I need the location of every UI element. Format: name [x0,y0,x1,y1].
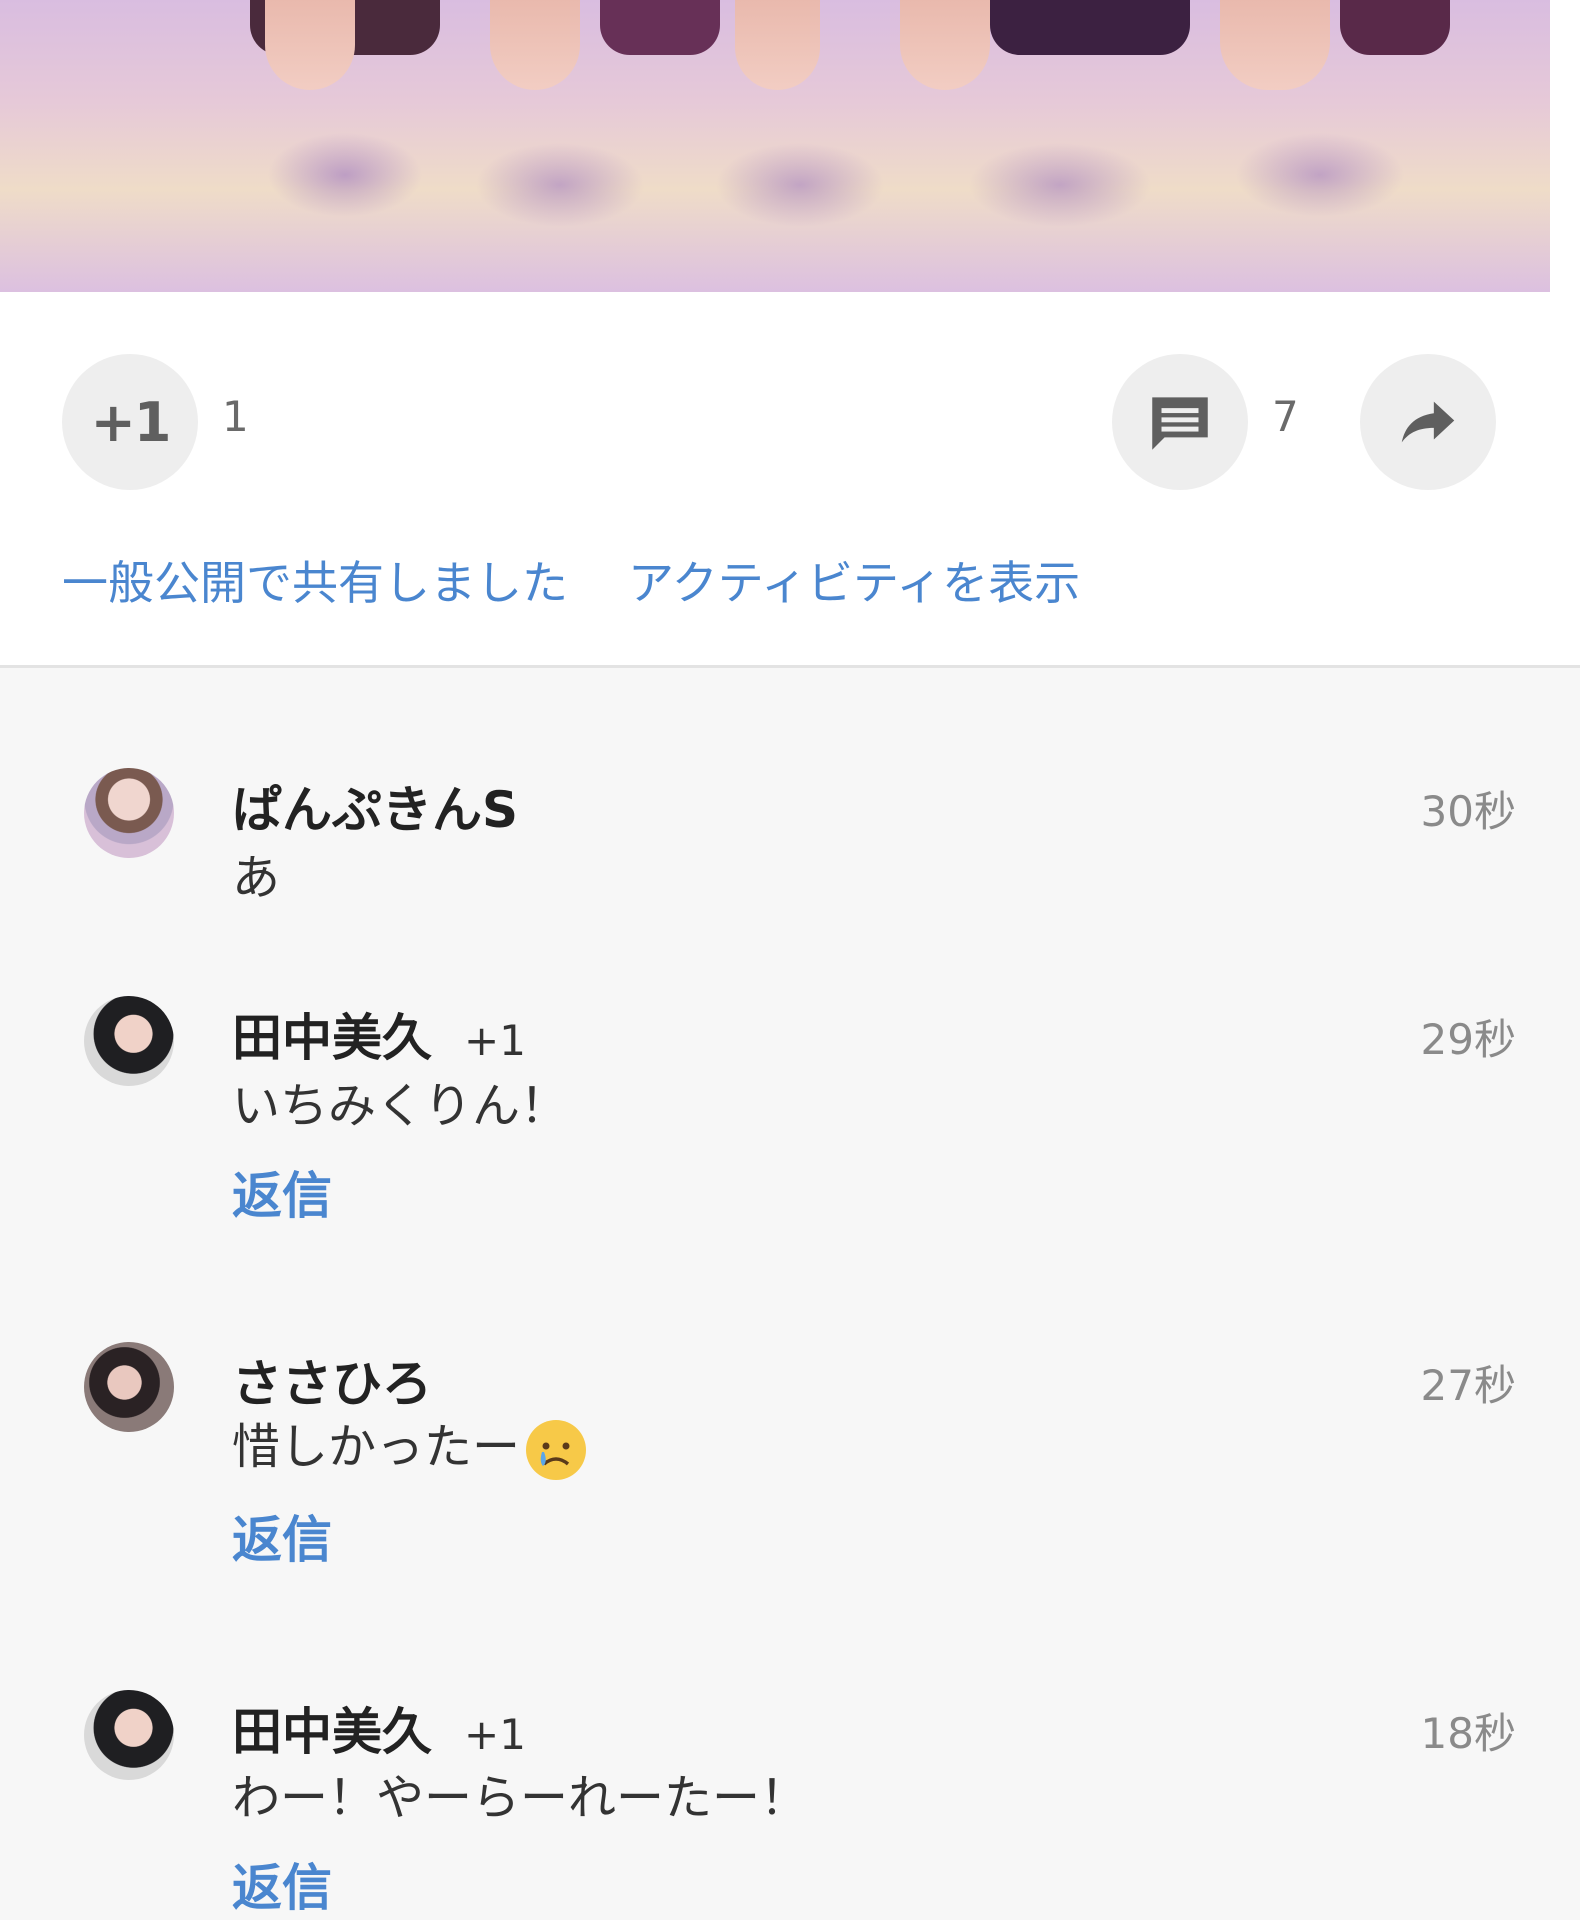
comment-time: 18秒 [1420,1709,1516,1758]
photo-detail [600,0,720,55]
photo-detail [735,0,820,90]
shared-publicly-link[interactable]: 一般公開で共有しました [62,547,568,613]
plus-one-count: 1 [222,392,249,441]
photo-detail [265,0,355,90]
crying-face-emoji [526,1420,587,1480]
plus-one-badge: +1 [464,1710,526,1759]
reply-button[interactable]: 返信 [232,1500,332,1572]
photo-detail [900,0,990,90]
photo-detail [1340,0,1450,55]
reply-button[interactable]: 返信 [232,1848,332,1920]
photo-detail [1220,0,1330,90]
comment-icon [1152,397,1208,450]
comment-author[interactable]: 田中美久 +1 [232,1692,526,1764]
comment-time: 27秒 [1420,1361,1516,1410]
post-photo[interactable] [0,0,1580,292]
comment-author[interactable]: ささひろ [232,1344,432,1416]
avatar[interactable] [84,1342,174,1432]
avatar[interactable] [84,1690,174,1780]
comment-button[interactable] [1112,354,1248,490]
comment-count: 7 [1272,392,1299,441]
comment-text: 惜しかったー [232,1407,588,1482]
comment-time: 30秒 [1420,787,1516,836]
plus-one-icon: +1 [90,390,172,454]
comment-text: わー！やーらーれーたー！ [232,1770,809,1826]
comment-author[interactable]: ぱんぷきんS [232,770,518,842]
plus-one-button[interactable]: +1 [62,354,198,490]
reply-button[interactable]: 返信 [232,1156,332,1228]
comment-text: あ [232,850,281,906]
photo-edge [1550,0,1580,292]
comment-author[interactable]: 田中美久 +1 [232,998,526,1070]
comment-time: 29秒 [1420,1015,1516,1064]
post-actions: +1 1 7 一般公開で共有しました アクティビティを表示 [0,292,1580,667]
share-icon [1401,401,1455,443]
avatar[interactable] [84,768,174,858]
share-button[interactable] [1360,354,1496,490]
plus-one-badge: +1 [464,1016,526,1065]
photo-detail [990,0,1190,55]
avatar[interactable] [84,996,174,1086]
photo-detail [490,0,580,90]
show-activity-link[interactable]: アクティビティを表示 [628,547,1080,613]
divider [0,665,1580,668]
comment-text: いちみくりん！ [232,1078,569,1134]
